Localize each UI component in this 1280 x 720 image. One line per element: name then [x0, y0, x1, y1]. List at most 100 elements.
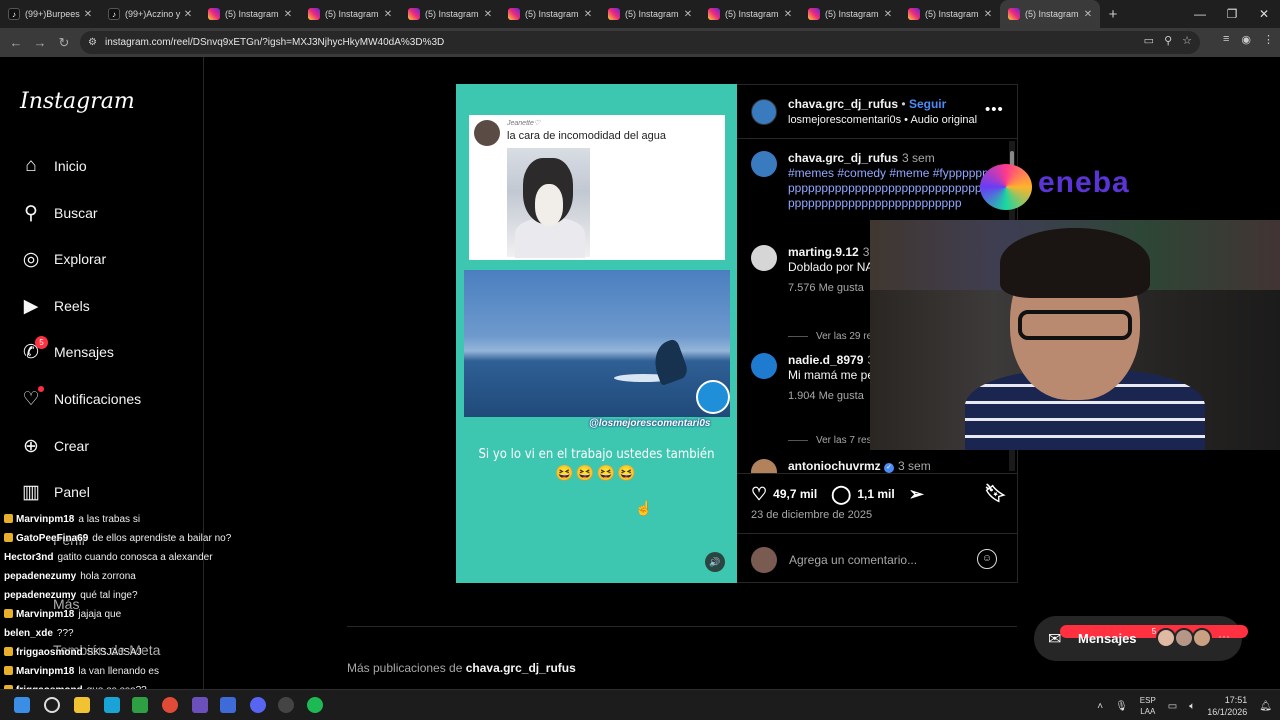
caption-username[interactable]: chava.grc_dj_rufus — [788, 151, 898, 165]
sidebar-item-crear[interactable]: ⊕ Crear — [20, 433, 89, 459]
browser-tab[interactable]: (5) Instagram ✕ — [300, 0, 400, 28]
chat-message: pepadenezumy qué tal inge? — [4, 590, 138, 606]
zoom-icon[interactable]: ⚲ — [1164, 34, 1172, 47]
comment-bubble-icon[interactable]: ◯ — [831, 484, 851, 505]
start-windows-icon[interactable] — [14, 697, 30, 713]
notifications-icon[interactable]: 🔔︎ — [1259, 701, 1272, 712]
volume-icon[interactable]: 🔈︎ — [1189, 701, 1195, 712]
comment-avatar[interactable] — [751, 459, 777, 473]
like-heart-icon[interactable]: ♡ — [751, 484, 767, 505]
tab-close-icon[interactable]: ✕ — [682, 9, 694, 20]
tab-close-icon[interactable]: ✕ — [1082, 9, 1094, 20]
clock[interactable]: 17:51 16/1/2026 — [1207, 694, 1247, 718]
profile-icon[interactable]: ◉ — [1241, 33, 1251, 46]
browser-tab[interactable]: (5) Instagram ✕ — [500, 0, 600, 28]
url-text[interactable]: instagram.com/reel/DSnvq9xETGn/?igsh=MXJ… — [105, 37, 444, 48]
tab-close-icon[interactable]: ✕ — [282, 9, 294, 20]
sidebar-item-reels[interactable]: ▶ Reels — [20, 293, 90, 319]
app-icon[interactable] — [192, 697, 208, 713]
tray-chevron-icon[interactable]: ˄ — [1097, 701, 1103, 712]
follow-button[interactable]: Seguir — [909, 97, 946, 111]
sidebar-item-notificaciones[interactable]: ♡ Notificaciones — [20, 386, 141, 412]
browser-tab[interactable]: (5) Instagram ✕ — [200, 0, 300, 28]
reload-icon[interactable]: ↻ — [52, 35, 76, 51]
browser-tab[interactable]: (5) Instagram ✕ — [800, 0, 900, 28]
chat-avatar — [1192, 628, 1212, 648]
comment-username[interactable]: nadie.d_8979 — [788, 353, 863, 367]
chat-text: hola zorrona — [80, 571, 136, 582]
browser-tab[interactable]: (5) Instagram ✕ — [600, 0, 700, 28]
input-language[interactable]: ESP LAA — [1140, 695, 1156, 717]
network-icon[interactable]: ▭ — [1168, 701, 1177, 712]
like-count[interactable]: 49,7 mil — [773, 487, 817, 501]
view-replies-button[interactable]: Ver las 29 re — [788, 331, 872, 342]
url-omnibox[interactable]: ⚙ instagram.com/reel/DSnvq9xETGn/?igsh=M… — [80, 31, 1200, 54]
media-control-icon[interactable]: ≡ — [1223, 33, 1229, 46]
taskbar-search-icon[interactable] — [44, 697, 60, 713]
reel-video[interactable]: Jeanette♡ la cara de incomodidad del agu… — [456, 84, 737, 583]
comment-avatar[interactable] — [751, 245, 777, 271]
author-avatar[interactable] — [751, 99, 777, 125]
browser-menu-icon[interactable]: ⋮ — [1263, 33, 1274, 46]
close-window-icon[interactable]: ✕ — [1248, 0, 1280, 28]
mute-button[interactable]: 🔊 — [705, 552, 725, 572]
browser-tab[interactable]: ♪ (99+)Aczino y ✕ — [100, 0, 200, 28]
sidebar-item-mensajes[interactable]: ✆ 5 Mensajes — [20, 336, 114, 365]
minimize-icon[interactable]: — — [1184, 0, 1216, 28]
browser-tab[interactable]: ♪ (99+)Burpees ✕ — [0, 0, 100, 28]
app-icon[interactable] — [220, 697, 236, 713]
comment-username[interactable]: marting.9.12 — [788, 245, 859, 259]
cast-icon[interactable]: ▭ — [1144, 34, 1154, 47]
messages-pill-button[interactable]: ✉ 5 Mensajes ··· — [1034, 616, 1248, 661]
new-tab-icon[interactable]: + — [1100, 6, 1126, 23]
sidebar-item-inicio[interactable]: ⌂ Inicio — [20, 153, 86, 179]
tab-close-icon[interactable]: ✕ — [582, 9, 594, 20]
windows-taskbar: ˄ 🎙︎ ESP LAA ▭ 🔈︎ 17:51 16/1/2026 🔔︎ — [0, 689, 1280, 720]
file-explorer-icon[interactable] — [74, 697, 90, 713]
share-send-icon[interactable]: ➢ — [909, 484, 924, 505]
instagram-logo[interactable]: Instagram — [20, 89, 135, 114]
tab-close-icon[interactable]: ✕ — [82, 9, 94, 20]
browser-tab[interactable]: (5) Instagram ✕ — [900, 0, 1000, 28]
audio-link[interactable]: losmejorescomentari0s • Audio original — [788, 114, 977, 126]
edge-icon[interactable] — [104, 697, 120, 713]
sidebar-item-panel[interactable]: ▥ Panel — [20, 479, 90, 505]
chrome-icon[interactable] — [162, 697, 178, 713]
maximize-icon[interactable]: ❐ — [1216, 0, 1248, 28]
window-controls: — ❐ ✕ — [1184, 0, 1280, 28]
tab-close-icon[interactable]: ✕ — [182, 9, 194, 20]
tab-close-icon[interactable]: ✕ — [482, 9, 494, 20]
site-info-icon[interactable]: ⚙ — [88, 37, 97, 48]
comment-username[interactable]: antoniochuvrmz — [788, 459, 881, 473]
tab-close-icon[interactable]: ✕ — [782, 9, 794, 20]
browser-tab[interactable]: (5) Instagram ✕ — [400, 0, 500, 28]
microphone-icon[interactable]: 🎙︎ — [1115, 701, 1128, 712]
back-icon[interactable]: ← — [4, 35, 28, 50]
notification-dot — [38, 386, 44, 392]
tab-close-icon[interactable]: ✕ — [382, 9, 394, 20]
bookmark-star-icon[interactable]: ☆ — [1182, 34, 1192, 47]
minecraft-icon[interactable] — [132, 697, 148, 713]
tab-close-icon[interactable]: ✕ — [982, 9, 994, 20]
more-posts-user[interactable]: chava.grc_dj_rufus — [466, 661, 576, 675]
tab-close-icon[interactable]: ✕ — [882, 9, 894, 20]
sidebar-item-explorar[interactable]: ◎ Explorar — [20, 246, 106, 272]
obs-icon[interactable] — [278, 697, 294, 713]
caption-avatar[interactable] — [751, 151, 777, 177]
author-username[interactable]: chava.grc_dj_rufus — [788, 97, 898, 111]
emoji-picker-icon[interactable]: ☺ — [977, 549, 997, 569]
chat-username: GatoPeeFina69 — [16, 533, 89, 544]
comment-input[interactable] — [789, 551, 969, 569]
more-chats-icon[interactable]: ··· — [1218, 629, 1230, 643]
browser-tab[interactable]: (5) Instagram ✕ — [700, 0, 800, 28]
forward-icon[interactable]: → — [28, 35, 52, 50]
more-options-icon[interactable]: ••• — [985, 101, 1004, 118]
video-watermark: @losmejorescomentari0s — [589, 418, 711, 429]
spotify-icon[interactable] — [307, 697, 323, 713]
save-bookmark-icon[interactable]: 🔖︎ — [984, 483, 1007, 504]
discord-icon[interactable] — [250, 697, 266, 713]
view-replies-button[interactable]: Ver las 7 resp — [788, 435, 877, 446]
comment-avatar[interactable] — [751, 353, 777, 379]
browser-tab[interactable]: (5) Instagram ✕ — [1000, 0, 1100, 28]
sidebar-item-buscar[interactable]: ⚲ Buscar — [20, 200, 98, 226]
